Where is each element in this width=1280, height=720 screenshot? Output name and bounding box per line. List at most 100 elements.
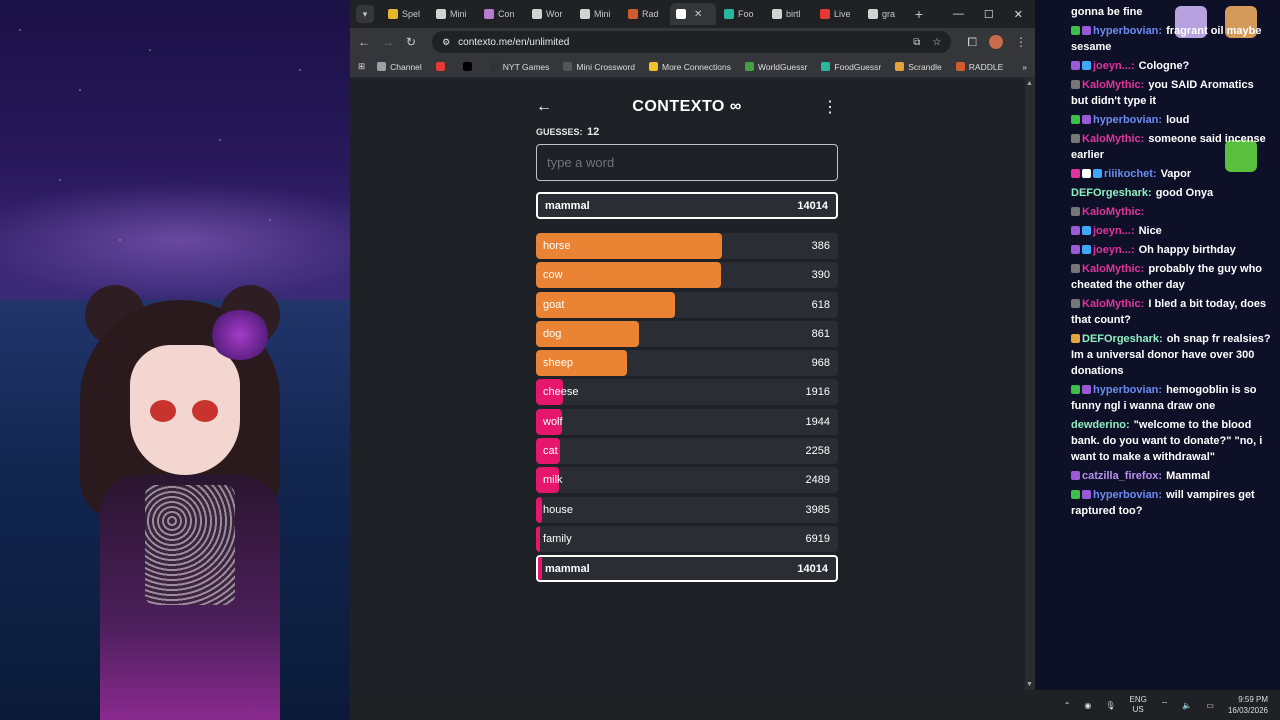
bookmark-star-icon[interactable]: ☆ (932, 37, 941, 48)
close-tab-icon[interactable]: ✕ (694, 9, 702, 20)
bookmark-item[interactable] (462, 62, 476, 72)
bookmark-item[interactable] (435, 62, 449, 72)
browser-tab[interactable]: ✕ (670, 3, 716, 25)
maximize-icon[interactable]: ☐ (984, 8, 994, 21)
browser-tab[interactable]: Foo (718, 3, 764, 25)
forward-icon[interactable]: → (382, 35, 394, 49)
tab-search-icon[interactable]: ▾ (356, 5, 374, 23)
guess-distance: 1944 (805, 415, 830, 428)
scroll-up-icon[interactable]: ▲ (1026, 80, 1033, 87)
wifi-icon[interactable]: ⌔ (1161, 700, 1169, 710)
browser-tab[interactable]: birtl (766, 3, 812, 25)
chat-username[interactable]: KaloMythic: (1082, 263, 1144, 275)
bookmark-item[interactable]: Scrandle (895, 62, 942, 72)
tab-favicon-icon (388, 9, 398, 19)
clock-date: 16/03/2026 (1227, 706, 1268, 715)
bookmark-item[interactable]: WorldGuessr (744, 62, 807, 72)
guess-distance: 3985 (805, 503, 830, 516)
browser-toolbar: ← → ↻ ⚙ contexto.me/en/unlimited ⧉ ☆ ⧠ ⋮ (350, 28, 1035, 56)
chat-username[interactable]: KaloMythic: (1082, 298, 1144, 310)
browser-tab[interactable]: Mini (430, 3, 476, 25)
bookmark-item[interactable]: More Connections (648, 62, 731, 72)
battery-icon[interactable]: ▭ (1206, 701, 1214, 710)
browser-tab[interactable]: Spel (382, 3, 428, 25)
clock[interactable]: 9:59 PM 16/03/2026 (1228, 694, 1268, 716)
chat-message: catzilla_firefox: Mammal (1071, 468, 1272, 484)
browser-tab[interactable]: Live (814, 3, 860, 25)
page-scrollbar[interactable]: ▲ ▼ (1025, 78, 1035, 690)
apps-grid-icon[interactable]: ⊞ (358, 61, 365, 72)
bookmark-label: Channel (390, 61, 422, 72)
chat-message: KaloMythic: someone said incense earlier (1071, 131, 1272, 163)
chat-username[interactable]: catzilla_firefox: (1082, 470, 1162, 482)
bookmark-favicon-icon (462, 62, 472, 71)
back-icon[interactable]: ← (358, 35, 370, 49)
chat-username[interactable]: DEFOrgeshark: (1082, 333, 1163, 345)
reload-icon[interactable]: ↻ (406, 35, 416, 49)
chat-text: Nice (1138, 225, 1162, 237)
install-app-icon[interactable]: ⧉ (913, 37, 920, 48)
chat-message: KaloMythic: probably the guy who cheated … (1071, 261, 1272, 293)
browser-tab[interactable]: gra (862, 3, 908, 25)
tray-chevron-icon[interactable]: ⌃ (1064, 701, 1071, 710)
chat-username[interactable]: DEFOrgeshark: (1071, 187, 1152, 199)
chat-username[interactable]: hyperbovian: (1093, 489, 1162, 501)
avatar-face (130, 345, 240, 475)
site-info-icon[interactable]: ⚙ (442, 37, 450, 48)
scroll-down-icon[interactable]: ▼ (1026, 681, 1033, 688)
chat-username[interactable]: KaloMythic: (1082, 206, 1144, 218)
chat-username[interactable]: dewderino: (1071, 419, 1130, 431)
new-tab-icon[interactable]: + (910, 6, 928, 22)
chat-username[interactable]: KaloMythic: (1082, 133, 1144, 145)
guess-row: sheep 968 (536, 350, 838, 377)
volume-icon[interactable]: 🔈 (1182, 701, 1192, 710)
browser-menu-icon[interactable]: ⋮ (1015, 35, 1027, 49)
bookmark-favicon-icon (821, 62, 831, 71)
language-indicator[interactable]: ENG US (1130, 695, 1147, 715)
vtuber-avatar (60, 285, 320, 720)
chat-badge-icon (1082, 61, 1091, 70)
chat-username[interactable]: riiikochet: (1104, 168, 1157, 180)
guesses-label: GUESSES: (536, 127, 583, 137)
bookmark-item[interactable]: Mini Crossword (563, 62, 635, 72)
chat-username[interactable]: hyperbovian: (1093, 25, 1162, 37)
chat-username[interactable]: KaloMythic: (1082, 79, 1144, 91)
browser-window: ▾ Spel Mini Con Wor Mini Rad ✕ Foo birtl Live gra … (350, 0, 1035, 690)
bookmark-item[interactable]: FoodGuessr (821, 62, 881, 72)
mic-icon[interactable]: 🎙 (1105, 701, 1115, 710)
chat-username[interactable]: hyperbovian: (1093, 114, 1162, 126)
chat-username[interactable]: joeyn...: (1093, 225, 1135, 237)
address-bar[interactable]: ⚙ contexto.me/en/unlimited ⧉ ☆ (432, 31, 952, 53)
extensions-icon[interactable]: ⧠ (967, 35, 977, 50)
tab-label: Mini (450, 9, 467, 19)
browser-tab[interactable]: Con (478, 3, 524, 25)
tab-label: Con (498, 9, 515, 19)
chat-badge-icon (1082, 385, 1091, 394)
more-bookmarks-icon[interactable]: » (1022, 62, 1027, 72)
bookmark-item[interactable]: RADDLE (955, 62, 1003, 72)
avatar-eye-left (150, 400, 176, 422)
lang-code: ENG (1129, 695, 1147, 704)
profile-avatar[interactable] (989, 35, 1003, 49)
close-window-icon[interactable]: ✕ (1014, 8, 1023, 21)
url-text: contexto.me/en/unlimited (458, 36, 570, 48)
tray-app-icon[interactable]: ◉ (1084, 701, 1091, 710)
chat-badge-icon (1071, 207, 1080, 216)
browser-tab[interactable]: Mini (574, 3, 620, 25)
chat-badge-icon (1082, 245, 1091, 254)
chat-username[interactable]: joeyn...: (1093, 244, 1135, 256)
browser-tab[interactable]: Rad (622, 3, 668, 25)
game-menu-icon[interactable]: ⋮ (818, 97, 838, 117)
minimize-icon[interactable]: — (953, 8, 964, 21)
back-arrow-icon[interactable]: ← (536, 98, 556, 116)
word-input[interactable] (536, 144, 838, 181)
chat-badge-icon (1071, 245, 1080, 254)
chat-username[interactable]: hyperbovian: (1093, 384, 1162, 396)
game-header: ← CONTEXTO ∞ ⋮ (536, 96, 838, 118)
bookmark-item[interactable]: Channel (377, 62, 422, 72)
chat-badge-icon (1071, 80, 1080, 89)
bookmark-favicon-icon (377, 62, 387, 71)
bookmark-item[interactable]: NYT Games (489, 62, 549, 72)
chat-username[interactable]: joeyn...: (1093, 60, 1135, 72)
browser-tab[interactable]: Wor (526, 3, 572, 25)
